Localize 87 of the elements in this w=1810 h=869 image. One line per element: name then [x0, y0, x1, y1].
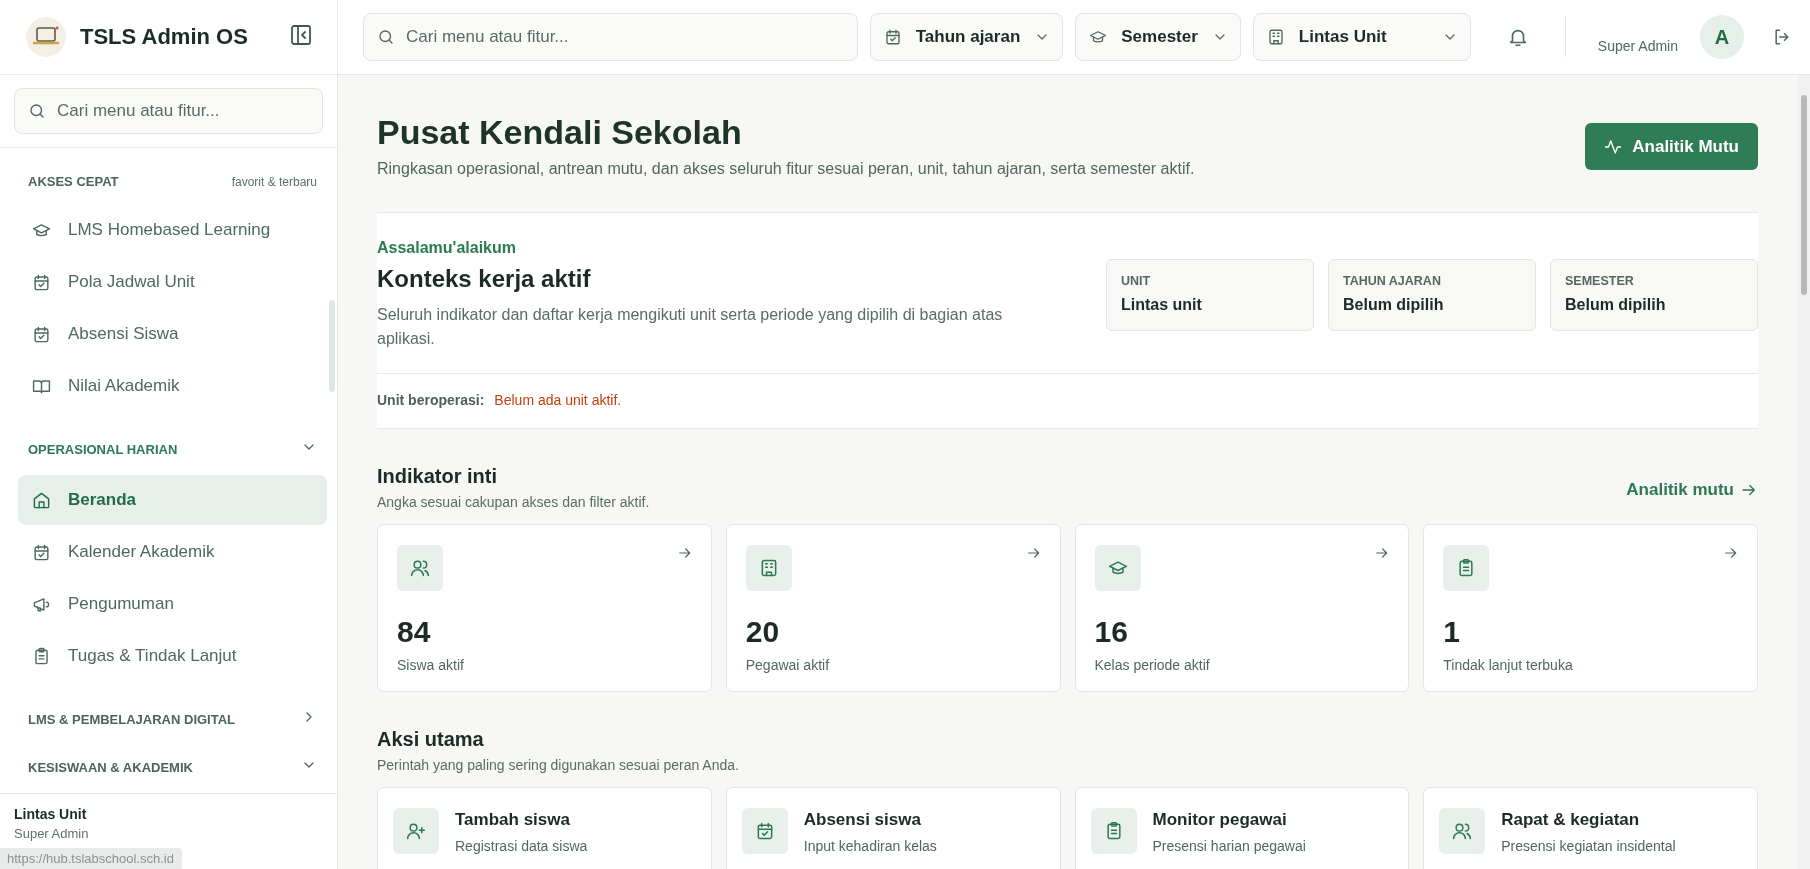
analytics-button[interactable]: Analitik Mutu	[1585, 123, 1758, 170]
user-role: Super Admin	[1597, 38, 1678, 54]
stat-value: 16	[1094, 615, 1129, 649]
arrow-right-icon	[676, 545, 693, 561]
context-value: Belum dipilih	[1565, 296, 1667, 314]
nav-item[interactable]: Pengumuman	[18, 579, 327, 629]
filter-dropdown[interactable]: Tahun ajaran	[869, 13, 1064, 61]
operating-status: Belum ada unit aktif.	[494, 392, 622, 408]
nav-item[interactable]: Nilai Akademik	[18, 361, 327, 411]
nav-item[interactable]: Kalender Akademik	[18, 527, 327, 577]
stat-value: 20	[745, 615, 781, 649]
arrow-right-icon	[1025, 545, 1042, 561]
footer-role: Super Admin	[14, 826, 90, 841]
scrollbar[interactable]	[1798, 75, 1810, 869]
users-icon	[410, 558, 430, 578]
stat-card[interactable]: 1 Tindak lanjut terbuka	[1423, 524, 1758, 692]
action-title: Monitor pegawai	[1152, 810, 1288, 830]
action-card[interactable]: Tambah siswa Registrasi data siswa	[377, 787, 712, 869]
stat-card[interactable]: 16 Kelas periode aktif	[1074, 524, 1410, 692]
search-field[interactable]: Cari menu atau fitur...	[14, 88, 323, 134]
section-heading[interactable]: KESISWAAN & AKADEMIK	[28, 759, 193, 775]
nav-item[interactable]: Pola Jadwal Unit	[18, 257, 327, 307]
stat-value: 84	[397, 615, 432, 649]
section-title: Aksi utama	[377, 728, 485, 751]
footer-unit: Lintas Unit	[14, 806, 88, 822]
context-value: Lintas unit	[1121, 296, 1203, 314]
nav-item[interactable]: Tugas & Tindak Lanjut	[18, 631, 327, 681]
page-title: Pusat Kendali Sekolah	[377, 113, 743, 152]
section-title: Indikator inti	[377, 465, 498, 488]
context-title: Konteks kerja aktif	[377, 265, 592, 293]
sidebar-toggle-icon	[289, 23, 313, 47]
context-label: UNIT	[1121, 274, 1152, 288]
clipboard-icon	[32, 646, 51, 666]
stat-label: Tindak lanjut terbuka	[1443, 657, 1574, 673]
section-subtitle: Perintah yang paling sering digunakan sesuai peran Anda.	[377, 757, 739, 773]
stat-label: Siswa aktif	[397, 657, 465, 673]
user-avatar[interactable]: A	[1700, 15, 1744, 59]
context-value: Belum dipilih	[1343, 296, 1445, 314]
app-title: TSLS Admin OS	[80, 24, 249, 50]
action-card[interactable]: Rapat & kegiatan Presensi kegiatan insidental	[1423, 787, 1758, 869]
calendar-check-icon	[32, 272, 51, 292]
action-title: Rapat & kegiatan	[1501, 810, 1641, 830]
section-heading[interactable]: LMS & PEMBELAJARAN DIGITAL	[28, 711, 236, 727]
nav-item[interactable]: LMS Homebased Learning	[18, 205, 327, 255]
calendar-check-icon	[883, 28, 902, 46]
action-title: Tambah siswa	[455, 810, 571, 830]
operating-label: Unit beroperasi:	[377, 392, 485, 408]
user-plus-icon	[406, 821, 426, 841]
action-description: Input kehadiran kelas	[803, 838, 937, 854]
stat-value: 1	[1443, 615, 1461, 649]
users-icon	[1452, 821, 1473, 841]
filter-dropdown[interactable]: Semester	[1075, 13, 1241, 61]
filter-dropdown[interactable]: Lintas Unit	[1252, 13, 1471, 61]
action-title: Absensi siswa	[803, 810, 922, 830]
stat-label: Pegawai aktif	[745, 657, 831, 673]
link-url-tooltip: https://hub.tslabschool.sch.id	[0, 848, 182, 869]
action-card[interactable]: Monitor pegawai Presensi harian pegawai	[1074, 787, 1410, 869]
analytics-link[interactable]: Analitik mutu	[1626, 480, 1758, 500]
calendar-check-icon	[32, 542, 51, 562]
activity-icon	[1604, 137, 1623, 156]
action-description: Presensi kegiatan insidental	[1501, 838, 1676, 854]
action-card[interactable]: Absensi siswa Input kehadiran kelas	[725, 787, 1061, 869]
nav-item[interactable]: Absensi Siswa	[18, 309, 327, 359]
school-logo-icon	[26, 17, 66, 57]
home-icon	[32, 490, 51, 510]
calendar-check-icon	[32, 324, 51, 344]
section-heading[interactable]: OPERASIONAL HARIAN	[28, 441, 178, 457]
greeting: Assalamu'alaikum	[377, 239, 517, 257]
context-label: SEMESTER	[1565, 274, 1635, 288]
building-icon	[1266, 28, 1285, 46]
context-label: TAHUN AJARAN	[1343, 274, 1442, 288]
search-icon	[28, 102, 46, 120]
context-description: Seluruh indikator dan daftar kerja mengikuti unit serta periode yang dipilih di bagian atas aplikasi.	[377, 305, 1004, 349]
stat-card[interactable]: 84 Siswa aktif	[377, 524, 712, 692]
section-heading: AKSES CEPAT	[28, 174, 119, 189]
stat-card[interactable]: 20 Pegawai aktif	[725, 524, 1061, 692]
stat-label: Kelas periode aktif	[1094, 657, 1211, 673]
page-subtitle: Ringkasan operasional, antrean mutu, dan akses seluruh fitur sesuai peran, unit, tahun ajaran, serta semester aktif.	[377, 160, 1195, 178]
nav-item[interactable]: Beranda	[18, 475, 327, 525]
search-icon	[377, 28, 395, 46]
action-description: Presensi harian pegawai	[1152, 838, 1306, 854]
scrollbar-thumb[interactable]	[329, 300, 335, 392]
section-note: favorit & terbaru	[231, 174, 317, 189]
section-subtitle: Angka sesuai cakupan akses dan filter aktif.	[377, 494, 650, 510]
action-description: Registrasi data siswa	[455, 838, 588, 854]
arrow-right-icon	[1723, 545, 1739, 561]
search-field[interactable]: Cari menu atau fitur...	[363, 13, 858, 61]
